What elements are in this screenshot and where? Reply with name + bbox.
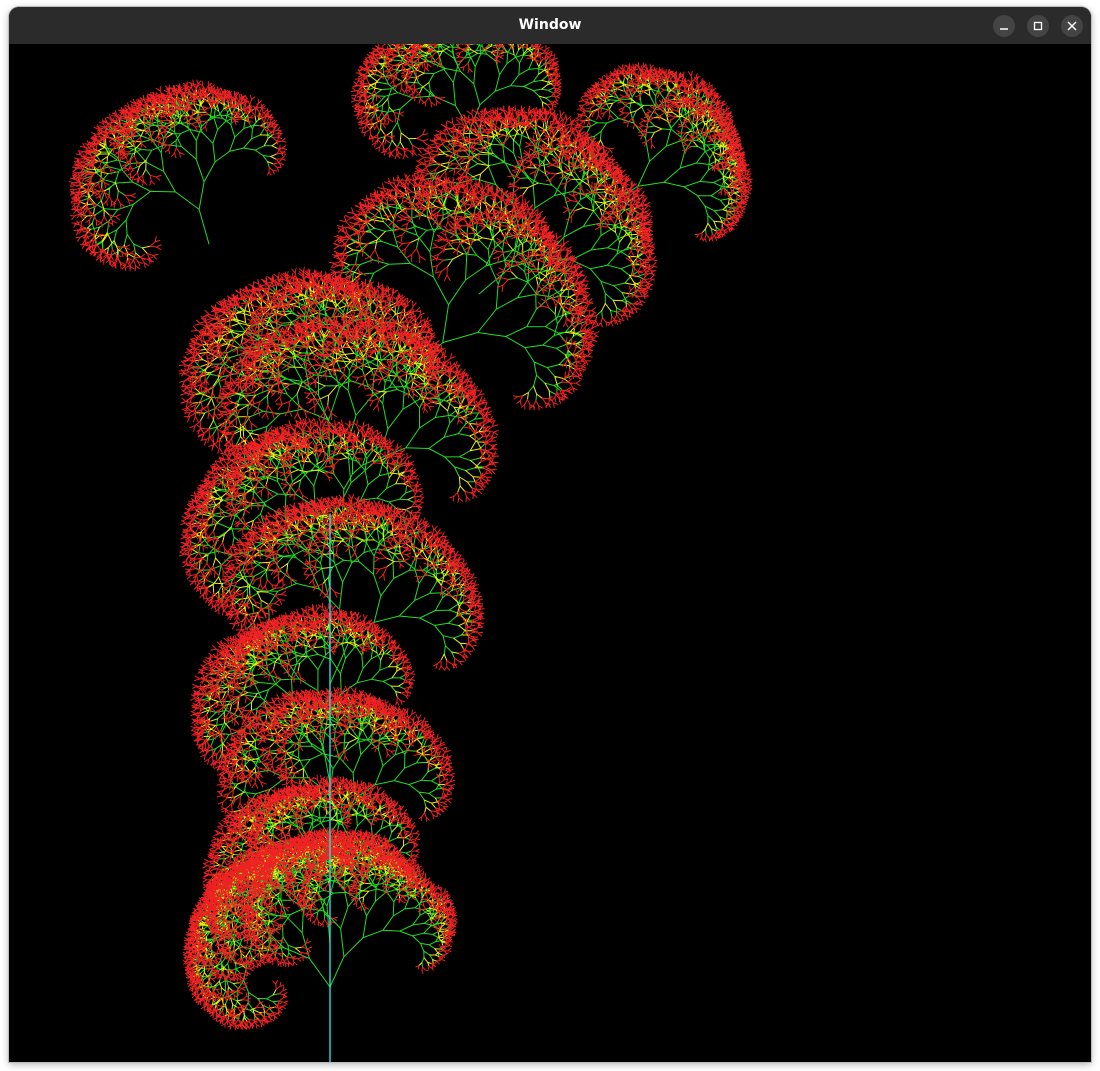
window-title: Window (518, 17, 582, 33)
minimize-icon (1000, 28, 1008, 30)
render-canvas[interactable] (9, 44, 1091, 1062)
title-bar[interactable]: Window (9, 7, 1091, 44)
maximize-button[interactable] (1027, 15, 1049, 37)
fractal-tree-drawing (68, 44, 753, 1062)
app-window: Window (9, 7, 1091, 1062)
close-button[interactable] (1061, 15, 1083, 37)
close-icon (1067, 21, 1077, 31)
maximize-icon (1033, 21, 1043, 31)
minimize-button[interactable] (993, 15, 1015, 37)
